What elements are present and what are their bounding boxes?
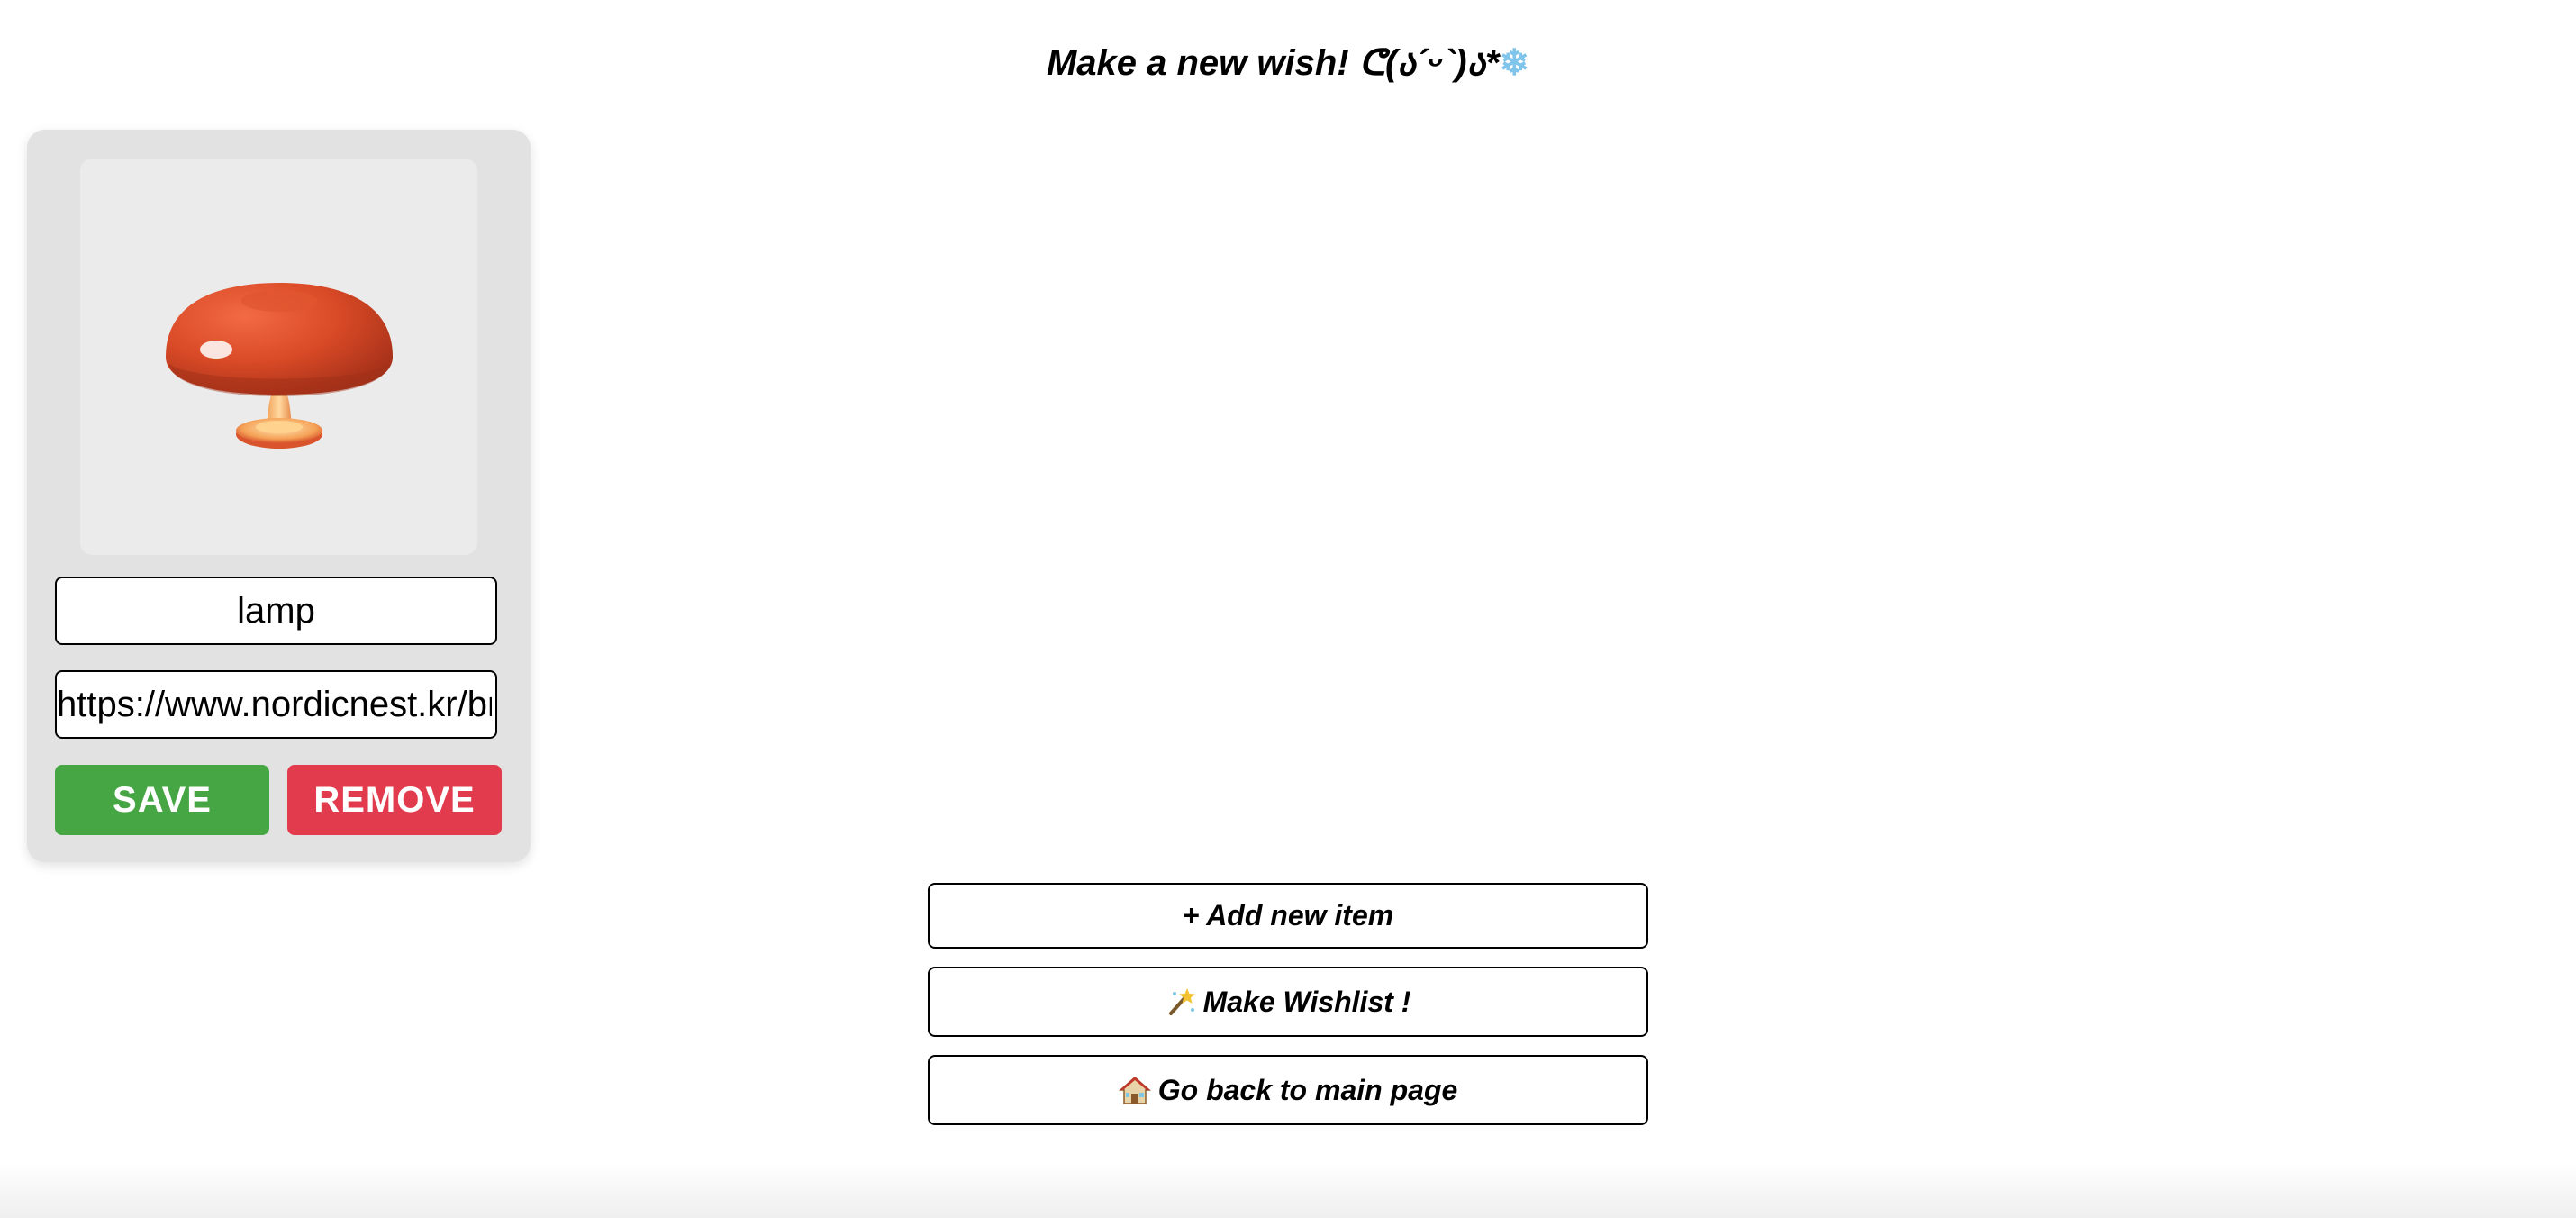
wish-item-card: SAVE REMOVE bbox=[27, 130, 531, 862]
item-name-input[interactable] bbox=[55, 577, 497, 645]
remove-button[interactable]: REMOVE bbox=[287, 765, 502, 835]
save-button[interactable]: SAVE bbox=[55, 765, 269, 835]
item-url-input[interactable] bbox=[55, 670, 497, 739]
page-title: Make a new wish! ᕦ(ა´ᵕ`)ა*❄ bbox=[0, 38, 2576, 88]
go-back-main-label: Go back to main page bbox=[1157, 1073, 1458, 1106]
page-title-text: Make a new wish! ᕦ(ა´ᵕ`)ა* bbox=[1046, 43, 1500, 83]
add-new-item-button[interactable]: + Add new item bbox=[928, 883, 1648, 949]
magic-wand-icon bbox=[1166, 986, 1196, 1017]
make-wishlist-label: Make Wishlist ! bbox=[1202, 985, 1411, 1018]
go-back-main-button[interactable]: Go back to main page bbox=[928, 1055, 1648, 1125]
make-wishlist-button[interactable]: Make Wishlist ! bbox=[928, 967, 1648, 1037]
bottom-shadow bbox=[0, 1162, 2576, 1218]
item-image bbox=[80, 159, 477, 555]
house-icon bbox=[1118, 1075, 1151, 1105]
snowflake-icon: ❄ bbox=[1499, 43, 1530, 83]
mushroom-lamp-image bbox=[165, 283, 393, 449]
add-new-item-label: + Add new item bbox=[1182, 899, 1394, 932]
